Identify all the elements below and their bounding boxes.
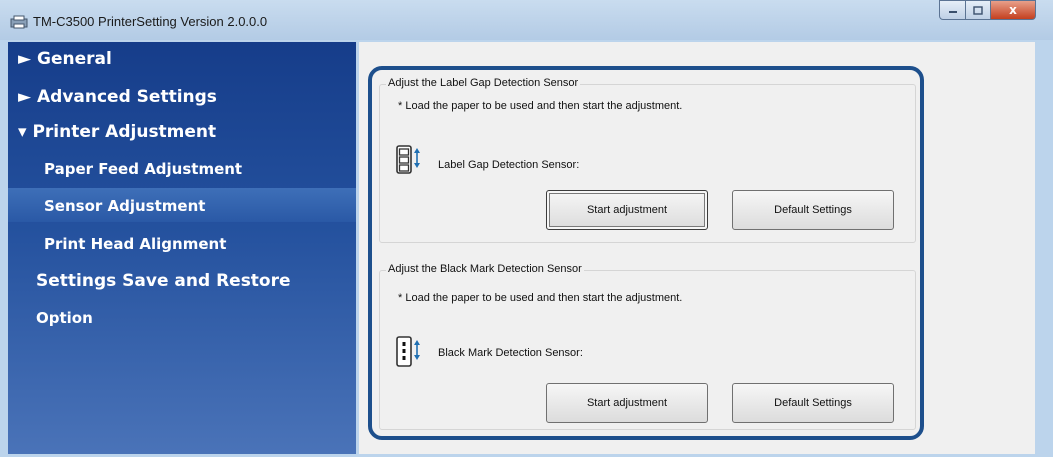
sidebar-item-print-head-alignment[interactable]: Print Head Alignment xyxy=(44,235,226,253)
close-button[interactable]: x xyxy=(990,0,1036,20)
minimize-icon xyxy=(948,11,957,13)
sidebar-item-paper-feed-adjustment[interactable]: Paper Feed Adjustment xyxy=(44,160,242,178)
sidebar-item-printer-adjustment[interactable]: ▾ Printer Adjustment xyxy=(18,122,216,142)
sidebar-item-settings-save-restore[interactable]: Settings Save and Restore xyxy=(36,271,291,291)
sidebar-item-general[interactable]: ► General xyxy=(18,49,112,69)
window-right-border xyxy=(1035,40,1053,457)
sidebar-item-sensor-adjustment[interactable]: Sensor Adjustment xyxy=(44,197,205,215)
maximize-icon xyxy=(973,5,983,15)
sidebar-item-option[interactable]: Option xyxy=(36,309,93,327)
close-icon: x xyxy=(1009,3,1017,17)
window-title: TM-C3500 PrinterSetting Version 2.0.0.0 xyxy=(33,14,268,29)
app-window: TM-C3500 PrinterSetting Version 2.0.0.0 … xyxy=(0,0,1053,457)
sidebar: ► General ► Advanced Settings ▾ Printer … xyxy=(8,42,356,454)
highlight-frame xyxy=(368,66,924,440)
title-bar[interactable]: TM-C3500 PrinterSetting Version 2.0.0.0 … xyxy=(0,0,1053,40)
maximize-button[interactable] xyxy=(965,0,991,20)
sidebar-item-advanced-settings[interactable]: ► Advanced Settings xyxy=(18,87,217,107)
minimize-button[interactable] xyxy=(939,0,966,20)
printer-app-icon xyxy=(10,15,28,29)
